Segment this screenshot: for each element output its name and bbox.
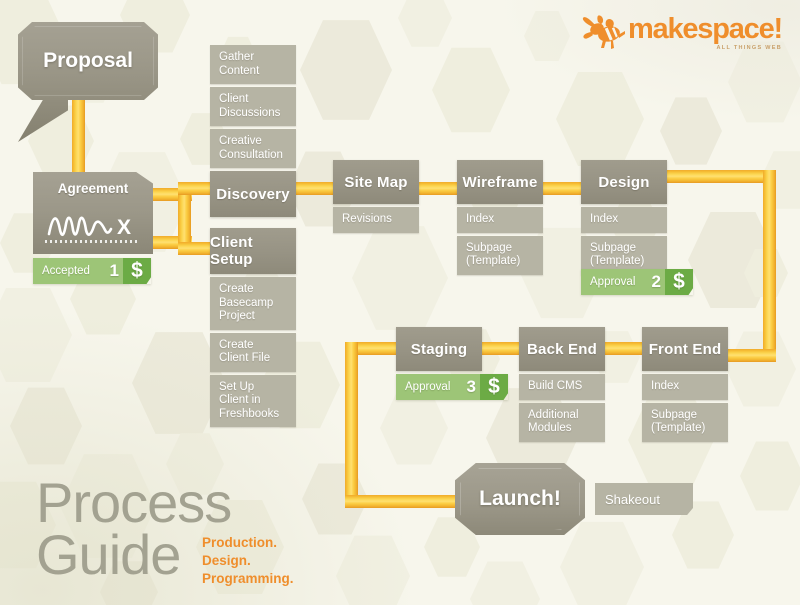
badge-approval-3-label: Approval: [396, 374, 465, 400]
client-setup-sub-item[interactable]: Set Up Client in Freshbooks: [210, 374, 296, 427]
stage-shakeout[interactable]: Shakeout: [595, 483, 693, 515]
badge-accepted-number: 1: [107, 258, 123, 284]
svg-text:X: X: [117, 216, 131, 239]
stage-site-map-column: Site Map Revisions: [333, 160, 419, 233]
stage-design-column: Design Index Subpage (Template): [581, 160, 667, 275]
stage-back-end[interactable]: Back End: [519, 327, 605, 371]
logo-text-wrap: makespace! ALL THINGS WEB: [627, 13, 783, 51]
site-map-sub-item[interactable]: Revisions: [333, 207, 419, 233]
stage-discovery[interactable]: Discovery: [210, 171, 296, 217]
pipe-frontend-to-backend: [605, 342, 645, 355]
makespace-logo[interactable]: makespace! ALL THINGS WEB: [582, 13, 783, 51]
signature-line: [45, 240, 139, 243]
badge-approval-2: Approval 2 $: [581, 269, 693, 295]
pipe-into-client-setup: [178, 242, 214, 255]
agreement-label: Agreement: [57, 181, 129, 196]
stage-front-end[interactable]: Front End: [642, 327, 728, 371]
stage-launch[interactable]: Launch!: [455, 463, 585, 535]
logo-wordmark: makespace!: [627, 13, 783, 45]
badge-approval-2-number: 2: [649, 269, 665, 295]
discovery-sub-item[interactable]: Creative Consultation: [210, 129, 296, 168]
signature-icon: X: [47, 216, 131, 239]
pipe-sitemap-to-wireframe: [419, 182, 459, 195]
process-guide-diagram: Proposal Agreement X Accepted 1 $ Gather…: [0, 0, 800, 605]
pipe-wireframe-to-design: [543, 182, 583, 195]
title-line-process: Process: [36, 471, 232, 534]
stage-wireframe[interactable]: Wireframe: [457, 160, 543, 204]
stage-client-setup[interactable]: Client Setup: [210, 228, 296, 274]
stage-front-end-column: Front End Index Subpage (Template): [642, 327, 728, 442]
logo-tagline: ALL THINGS WEB: [716, 45, 782, 51]
stage-wireframe-column: Wireframe Index Subpage (Template): [457, 160, 543, 275]
badge-approval-2-label: Approval: [581, 269, 650, 295]
proposal-bubble-tail: [18, 98, 68, 142]
pipe-into-discovery: [178, 182, 214, 195]
stage-site-map[interactable]: Site Map: [333, 160, 419, 204]
back-end-sub-item[interactable]: Build CMS: [519, 374, 605, 400]
pipe-left-descend-to-launch: [345, 342, 358, 508]
stage-proposal[interactable]: Proposal: [18, 22, 158, 100]
pipe-into-launch: [345, 495, 470, 508]
subtitle: Production. Design. Programming.: [202, 535, 294, 586]
stage-agreement[interactable]: Agreement X: [33, 172, 153, 254]
stage-discovery-column: Gather Content Client Discussions Creative…: [210, 45, 296, 217]
back-end-sub-item[interactable]: Additional Modules: [519, 402, 605, 442]
design-sub-item[interactable]: Index: [581, 207, 667, 233]
stage-staging[interactable]: Staging: [396, 327, 482, 371]
badge-accepted-currency: $: [123, 258, 151, 284]
pipe-discovery-to-sitemap: [296, 182, 336, 195]
stage-design[interactable]: Design: [581, 160, 667, 204]
wireframe-sub-item[interactable]: Subpage (Template): [457, 235, 543, 275]
front-end-sub-item[interactable]: Subpage (Template): [642, 402, 728, 442]
proposal-label: Proposal: [43, 49, 133, 72]
front-end-sub-item[interactable]: Index: [642, 374, 728, 400]
badge-approval-2-currency: $: [665, 269, 693, 295]
stage-client-setup-column: Client Setup Create Basecamp Project Creat…: [210, 228, 296, 427]
badge-approval-3-currency: $: [480, 374, 508, 400]
pipe-design-right: [666, 170, 776, 183]
client-setup-sub-item[interactable]: Create Client File: [210, 332, 296, 372]
wireframe-sub-item[interactable]: Index: [457, 207, 543, 233]
badge-accepted-label: Accepted: [33, 258, 108, 284]
pipe-right-descend: [763, 170, 776, 362]
discovery-sub-item[interactable]: Gather Content: [210, 45, 296, 84]
stage-staging-column: Staging: [396, 327, 482, 371]
launch-label: Launch!: [479, 487, 561, 510]
bee-icon: [582, 15, 625, 49]
badge-approval-3-number: 3: [464, 374, 480, 400]
client-setup-sub-item[interactable]: Create Basecamp Project: [210, 277, 296, 330]
badge-approval-3: Approval 3 $: [396, 374, 508, 400]
pipe-backend-to-staging: [482, 342, 522, 355]
discovery-sub-item[interactable]: Client Discussions: [210, 87, 296, 126]
badge-accepted: Accepted 1 $: [33, 258, 151, 284]
stage-back-end-column: Back End Build CMS Additional Modules: [519, 327, 605, 442]
